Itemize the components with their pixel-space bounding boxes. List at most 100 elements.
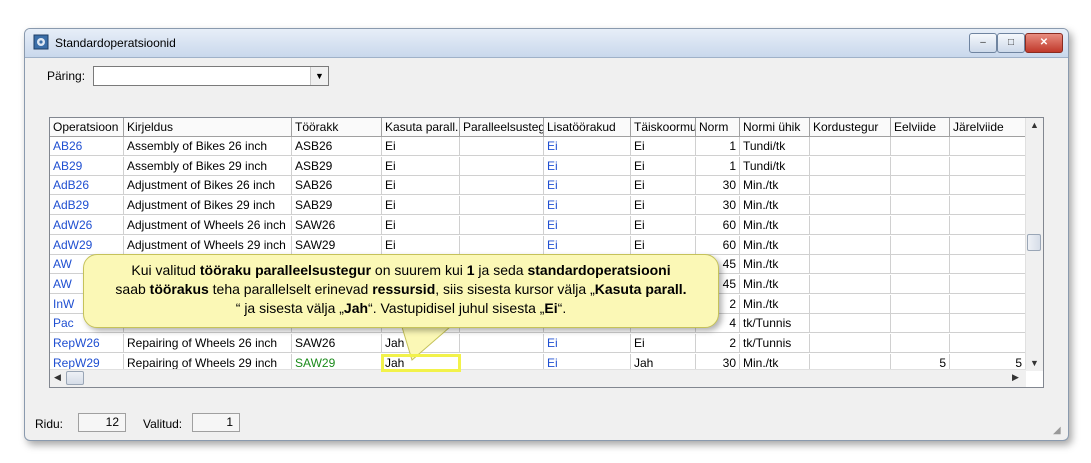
cell-kordustegur[interactable] [810,255,891,275]
cell-toorakk[interactable]: SAB26 [292,176,382,196]
cell-paralleelsustegur[interactable] [460,156,544,176]
cell-kasuta-parall[interactable]: Ei [382,176,460,196]
cell-jarelviide[interactable] [950,196,1026,216]
cell-norm[interactable]: 30 [696,196,740,216]
cell-jarelviide[interactable] [950,235,1026,255]
column-header-kirjeldus[interactable]: Kirjeldus [124,118,292,137]
cell-eelviide[interactable] [891,156,950,176]
cell-norm[interactable]: 1 [696,156,740,176]
cell-eelviide[interactable] [891,176,950,196]
cell-jarelviide[interactable] [950,294,1026,314]
cell-normi-uhik[interactable]: Min./tk [740,176,810,196]
cell-operatsioon[interactable]: AB26 [50,137,124,156]
cell-normi-uhik[interactable]: Min./tk [740,196,810,216]
cell-lisatoorakud[interactable]: Ei [544,235,631,255]
chevron-down-icon[interactable]: ▼ [310,67,328,85]
maximize-button[interactable]: □ [997,33,1025,53]
cell-toorakk[interactable]: SAB29 [292,196,382,216]
cell-kordustegur[interactable] [810,215,891,235]
cell-paralleelsustegur[interactable] [460,334,544,353]
operations-grid[interactable]: Operatsioon Kirjeldus Töörakk Kasuta parall… [49,117,1044,388]
column-header-paralleelsustegur[interactable]: Paralleelsusteg [460,118,544,137]
cell-operatsioon[interactable]: RepW26 [50,334,124,353]
cell-norm[interactable]: 60 [696,215,740,235]
cell-taiskoormus[interactable]: Ei [631,196,696,216]
cell-operatsioon[interactable]: AdW29 [50,235,124,255]
cell-kasuta-parall[interactable]: Ei [382,156,460,176]
cell-taiskoormus[interactable]: Ei [631,215,696,235]
cell-taiskoormus[interactable]: Ei [631,156,696,176]
cell-kirjeldus[interactable]: Adjustment of Wheels 26 inch [124,215,292,235]
cell-kirjeldus[interactable]: Adjustment of Bikes 26 inch [124,176,292,196]
cell-kordustegur[interactable] [810,314,891,334]
cell-kordustegur[interactable] [810,274,891,294]
scroll-up-icon[interactable]: ▲ [1030,120,1039,130]
cell-toorakk[interactable]: ASB26 [292,137,382,156]
column-header-kordustegur[interactable]: Kordustegur [810,118,891,137]
cell-kordustegur[interactable] [810,235,891,255]
cell-lisatoorakud[interactable]: Ei [544,196,631,216]
cell-normi-uhik[interactable]: tk/Tunnis [740,334,810,353]
vertical-scroll-thumb[interactable] [1027,234,1041,251]
cell-jarelviide[interactable] [950,215,1026,235]
cell-normi-uhik[interactable]: tk/Tunnis [740,314,810,334]
cell-norm[interactable]: 2 [696,334,740,353]
cell-kirjeldus[interactable]: Repairing of Wheels 26 inch [124,334,292,353]
cell-kordustegur[interactable] [810,294,891,314]
cell-eelviide[interactable] [891,137,950,156]
cell-taiskoormus[interactable]: Ei [631,334,696,353]
cell-normi-uhik[interactable]: Min./tk [740,274,810,294]
cell-normi-uhik[interactable]: Min./tk [740,255,810,275]
cell-normi-uhik[interactable]: Tundi/tk [740,137,810,156]
cell-eelviide[interactable] [891,334,950,353]
cell-kordustegur[interactable] [810,156,891,176]
cell-operatsioon[interactable]: AdB26 [50,176,124,196]
cell-lisatoorakud[interactable]: Ei [544,215,631,235]
cell-taiskoormus[interactable]: Ei [631,137,696,156]
cell-kirjeldus[interactable]: Adjustment of Wheels 29 inch [124,235,292,255]
cell-operatsioon[interactable]: AdB29 [50,196,124,216]
cell-kordustegur[interactable] [810,176,891,196]
column-header-operatsioon[interactable]: Operatsioon [50,118,124,137]
cell-kirjeldus[interactable]: Assembly of Bikes 29 inch [124,156,292,176]
cell-operatsioon[interactable]: AdW26 [50,215,124,235]
cell-jarelviide[interactable] [950,137,1026,156]
cell-norm[interactable]: 30 [696,176,740,196]
cell-paralleelsustegur[interactable] [460,176,544,196]
resize-grip-icon[interactable]: ◢ [1053,425,1065,437]
cell-jarelviide[interactable] [950,334,1026,353]
column-header-norm[interactable]: Norm [696,118,740,137]
cell-taiskoormus[interactable]: Ei [631,176,696,196]
column-header-toorakk[interactable]: Töörakk [292,118,382,137]
horizontal-scroll-thumb[interactable] [66,371,84,385]
cell-normi-uhik[interactable]: Tundi/tk [740,156,810,176]
cell-kirjeldus[interactable]: Assembly of Bikes 26 inch [124,137,292,156]
cell-kordustegur[interactable] [810,196,891,216]
cell-paralleelsustegur[interactable] [460,196,544,216]
cell-normi-uhik[interactable]: Min./tk [740,215,810,235]
cell-normi-uhik[interactable]: Min./tk [740,235,810,255]
cell-paralleelsustegur[interactable] [460,137,544,156]
cell-eelviide[interactable] [891,294,950,314]
cell-lisatoorakud[interactable]: Ei [544,176,631,196]
close-button[interactable]: ✕ [1025,33,1063,53]
cell-normi-uhik[interactable]: Min./tk [740,294,810,314]
column-header-eelviide[interactable]: Eelviide [891,118,950,137]
cell-operatsioon[interactable]: AB29 [50,156,124,176]
cell-jarelviide[interactable] [950,176,1026,196]
cell-kasuta-parall[interactable]: Jah [382,334,460,353]
cell-paralleelsustegur[interactable] [460,235,544,255]
cell-taiskoormus[interactable]: Ei [631,235,696,255]
cell-jarelviide[interactable] [950,156,1026,176]
scroll-right-icon[interactable]: ▶ [1012,372,1019,383]
scroll-left-icon[interactable]: ◀ [54,372,61,383]
vertical-scrollbar[interactable]: ▲ ▼ [1025,118,1043,371]
query-select[interactable]: ▼ [93,66,329,86]
cell-toorakk[interactable]: SAW26 [292,334,382,353]
cell-kordustegur[interactable] [810,137,891,156]
cell-eelviide[interactable] [891,196,950,216]
cell-kasuta-parall[interactable]: Ei [382,196,460,216]
cell-paralleelsustegur[interactable] [460,215,544,235]
column-header-kasuta-parall[interactable]: Kasuta parall. [382,118,460,137]
cell-kordustegur[interactable] [810,334,891,353]
